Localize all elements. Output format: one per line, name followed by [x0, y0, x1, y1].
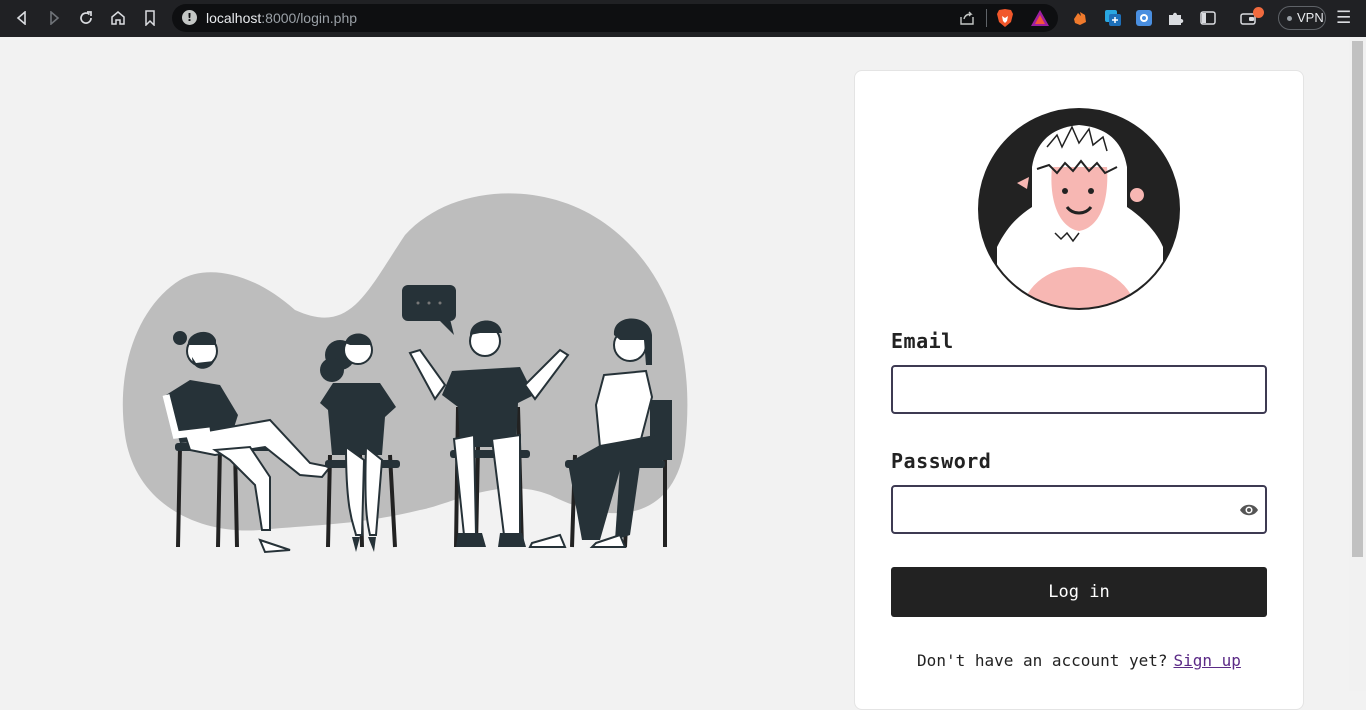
translate-extension-icon[interactable] — [1104, 9, 1122, 27]
brave-shields-icon[interactable] — [996, 8, 1014, 32]
page-scrollbar[interactable] — [1349, 37, 1366, 691]
sidebar-toggle-icon[interactable] — [1199, 9, 1217, 27]
browser-toolbar: ! localhost:8000/login.php VPN ☰ — [0, 0, 1366, 37]
login-button[interactable]: Log in — [891, 567, 1267, 617]
vpn-button[interactable]: VPN — [1278, 6, 1326, 30]
menu-icon[interactable]: ☰ — [1336, 8, 1351, 28]
login-card: Email Password Log in Don't have an acco… — [854, 70, 1304, 710]
bookmark-icon[interactable] — [140, 8, 160, 28]
extensions-puzzle-icon[interactable] — [1167, 9, 1185, 27]
signup-prompt-text: Don't have an account yet? — [917, 651, 1168, 670]
extension-icon[interactable] — [1071, 9, 1089, 27]
url-text[interactable]: localhost:8000/login.php — [206, 10, 357, 26]
password-label: Password — [891, 449, 992, 473]
reload-icon[interactable] — [76, 8, 96, 28]
email-field[interactable] — [891, 365, 1267, 414]
site-info-icon[interactable]: ! — [182, 10, 197, 25]
scrollbar-thumb[interactable] — [1352, 41, 1363, 557]
signup-prompt-row: Don't have an account yet? Sign up — [855, 651, 1303, 670]
password-field[interactable] — [891, 485, 1267, 534]
forward-icon[interactable] — [44, 8, 64, 28]
yeti-avatar — [978, 108, 1180, 310]
home-icon[interactable] — [108, 8, 128, 28]
signup-link[interactable]: Sign up — [1174, 651, 1241, 670]
address-bar[interactable]: ! localhost:8000/login.php — [172, 4, 1058, 32]
screenshot-extension-icon[interactable] — [1135, 9, 1153, 27]
notification-badge — [1253, 7, 1264, 18]
people-meeting-illustration — [122, 193, 688, 554]
brave-rewards-icon[interactable] — [1030, 9, 1050, 31]
email-label: Email — [891, 329, 954, 353]
share-icon[interactable] — [958, 9, 976, 31]
show-password-eye-icon[interactable] — [1239, 503, 1259, 517]
address-separator — [986, 9, 987, 27]
back-icon[interactable] — [12, 8, 32, 28]
